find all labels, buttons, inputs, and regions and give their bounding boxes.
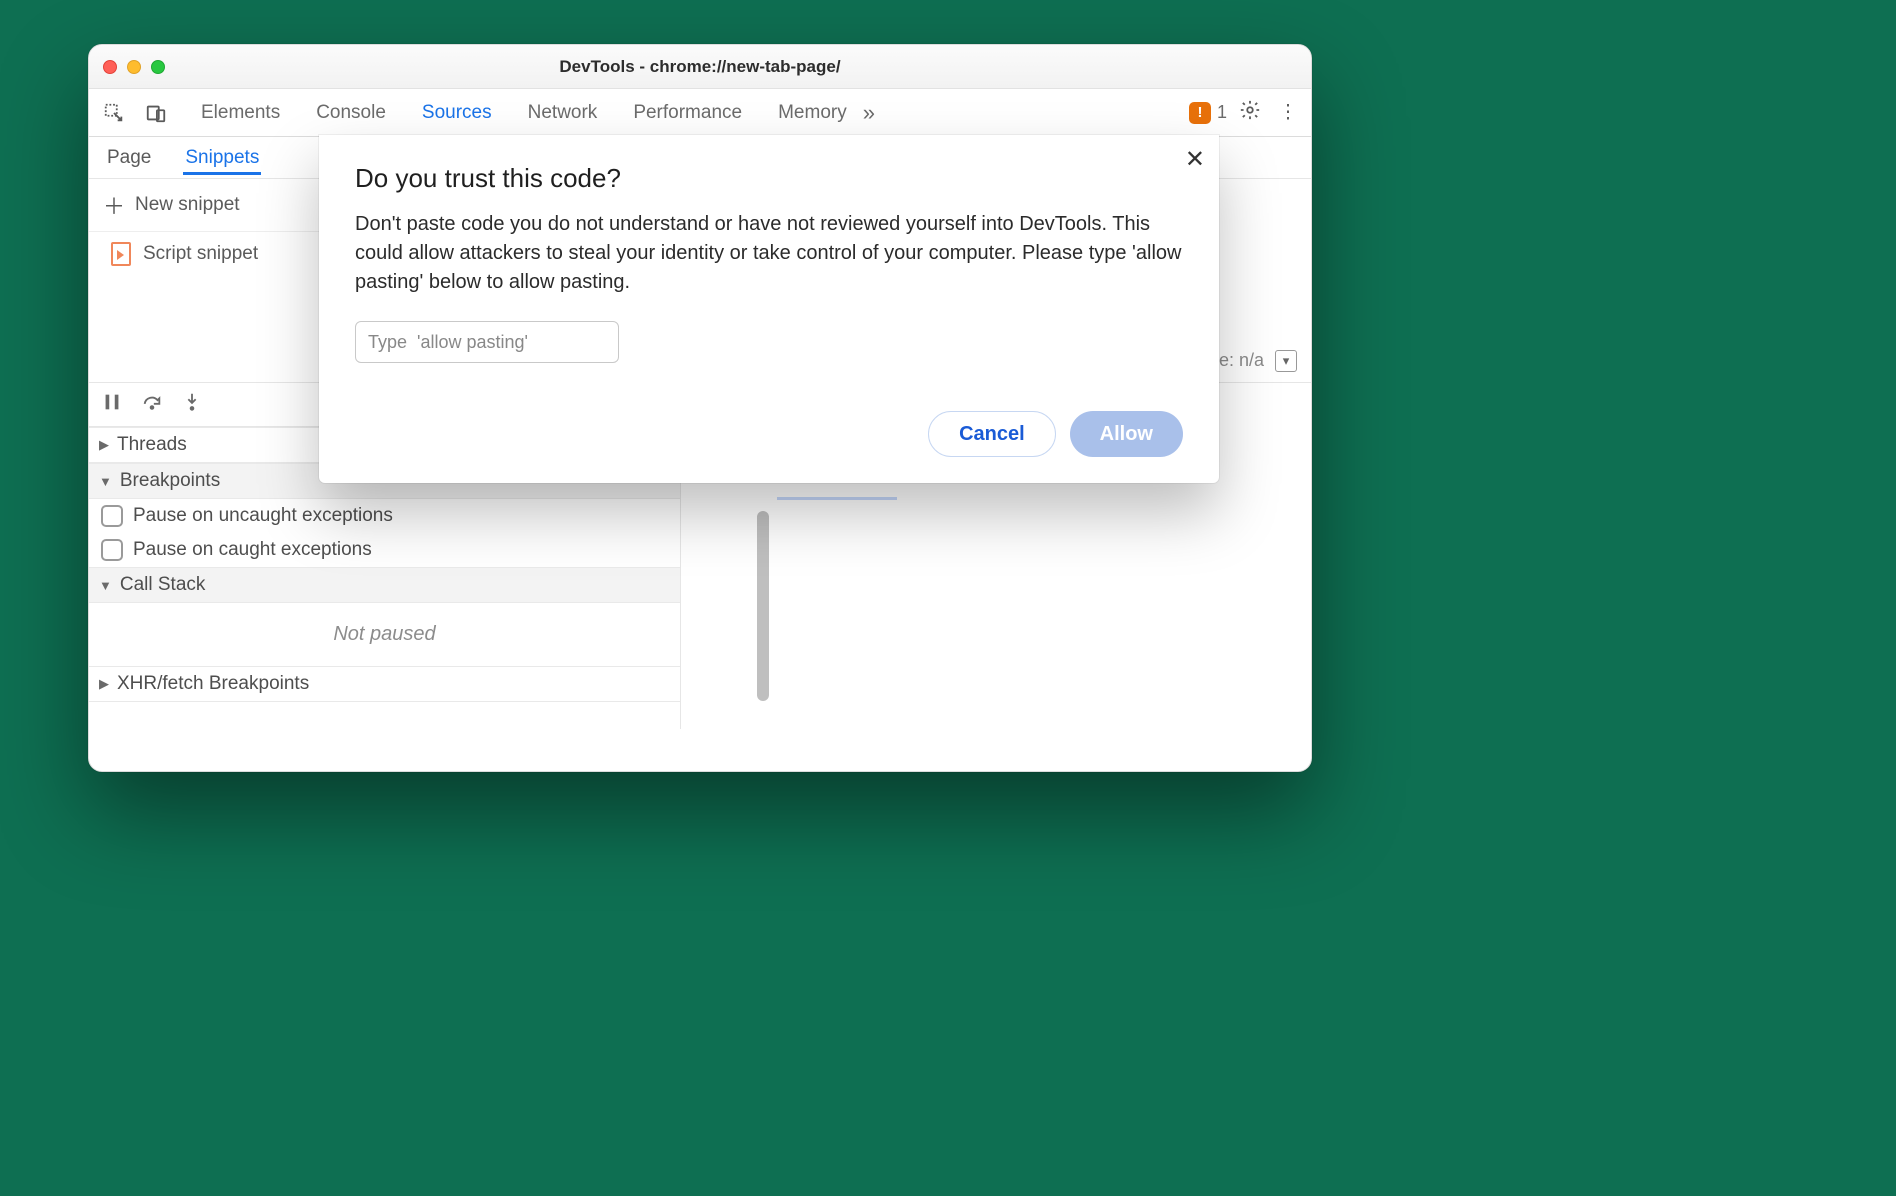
- devtools-window: DevTools - chrome://new-tab-page/ Elemen…: [88, 44, 1312, 772]
- tab-performance[interactable]: Performance: [633, 102, 742, 124]
- close-icon[interactable]: ✕: [1185, 145, 1205, 174]
- scrollbar-thumb[interactable]: [757, 511, 769, 701]
- allow-button[interactable]: Allow: [1070, 411, 1183, 457]
- close-window-button[interactable]: [103, 60, 117, 74]
- panel-tabs: Elements Console Sources Network Perform…: [201, 102, 847, 124]
- subtab-page[interactable]: Page: [105, 141, 153, 175]
- dialog-title: Do you trust this code?: [355, 163, 1183, 194]
- callstack-not-paused: Not paused: [89, 603, 680, 666]
- pause-resume-icon[interactable]: [101, 391, 123, 419]
- inspect-element-icon[interactable]: [97, 96, 131, 130]
- minimize-window-button[interactable]: [127, 60, 141, 74]
- new-snippet-label: New snippet: [135, 194, 240, 216]
- checkbox-caught-exceptions[interactable]: Pause on caught exceptions: [89, 533, 680, 567]
- warning-icon: !: [1189, 102, 1211, 124]
- cancel-button[interactable]: Cancel: [928, 411, 1056, 457]
- issues-count: 1: [1217, 102, 1227, 123]
- triangle-right-icon: ▶: [99, 437, 109, 453]
- triangle-right-icon: ▶: [99, 676, 109, 692]
- tab-sources[interactable]: Sources: [422, 102, 492, 124]
- zoom-window-button[interactable]: [151, 60, 165, 74]
- coverage-dropdown-icon[interactable]: ▾: [1275, 350, 1297, 372]
- settings-gear-icon[interactable]: [1235, 99, 1265, 127]
- tab-console[interactable]: Console: [316, 102, 386, 124]
- kebab-menu-icon[interactable]: ⋮: [1273, 101, 1303, 124]
- device-toolbar-icon[interactable]: [139, 96, 173, 130]
- section-callstack[interactable]: ▼ Call Stack: [89, 567, 680, 603]
- window-title: DevTools - chrome://new-tab-page/: [89, 57, 1311, 77]
- checkbox-icon: [101, 505, 123, 527]
- tab-elements[interactable]: Elements: [201, 102, 280, 124]
- allow-pasting-input[interactable]: [355, 321, 619, 363]
- section-xhr-breakpoints[interactable]: ▶ XHR/fetch Breakpoints: [89, 666, 680, 702]
- titlebar: DevTools - chrome://new-tab-page/: [89, 45, 1311, 89]
- dialog-body: Don't paste code you do not understand o…: [355, 210, 1183, 297]
- checkbox-uncaught-exceptions[interactable]: Pause on uncaught exceptions: [89, 499, 680, 533]
- traffic-lights: [89, 60, 165, 74]
- active-tab-indicator: [777, 497, 897, 500]
- more-tabs-chevron-icon[interactable]: »: [863, 100, 875, 126]
- plus-icon: ＋: [103, 189, 125, 221]
- triangle-down-icon: ▼: [99, 474, 112, 489]
- subtab-snippets[interactable]: Snippets: [183, 141, 261, 175]
- tab-network[interactable]: Network: [528, 102, 598, 124]
- triangle-down-icon: ▼: [99, 578, 112, 593]
- issues-badge[interactable]: ! 1: [1189, 102, 1227, 124]
- tab-memory[interactable]: Memory: [778, 102, 847, 124]
- snippet-file-icon: [111, 242, 131, 266]
- snippet-file-label: Script snippet: [143, 243, 258, 265]
- trust-code-dialog: ✕ Do you trust this code? Don't paste co…: [319, 135, 1219, 483]
- main-tabstrip: Elements Console Sources Network Perform…: [89, 89, 1311, 137]
- step-over-icon[interactable]: [141, 391, 163, 419]
- checkbox-icon: [101, 539, 123, 561]
- step-into-icon[interactable]: [181, 391, 203, 419]
